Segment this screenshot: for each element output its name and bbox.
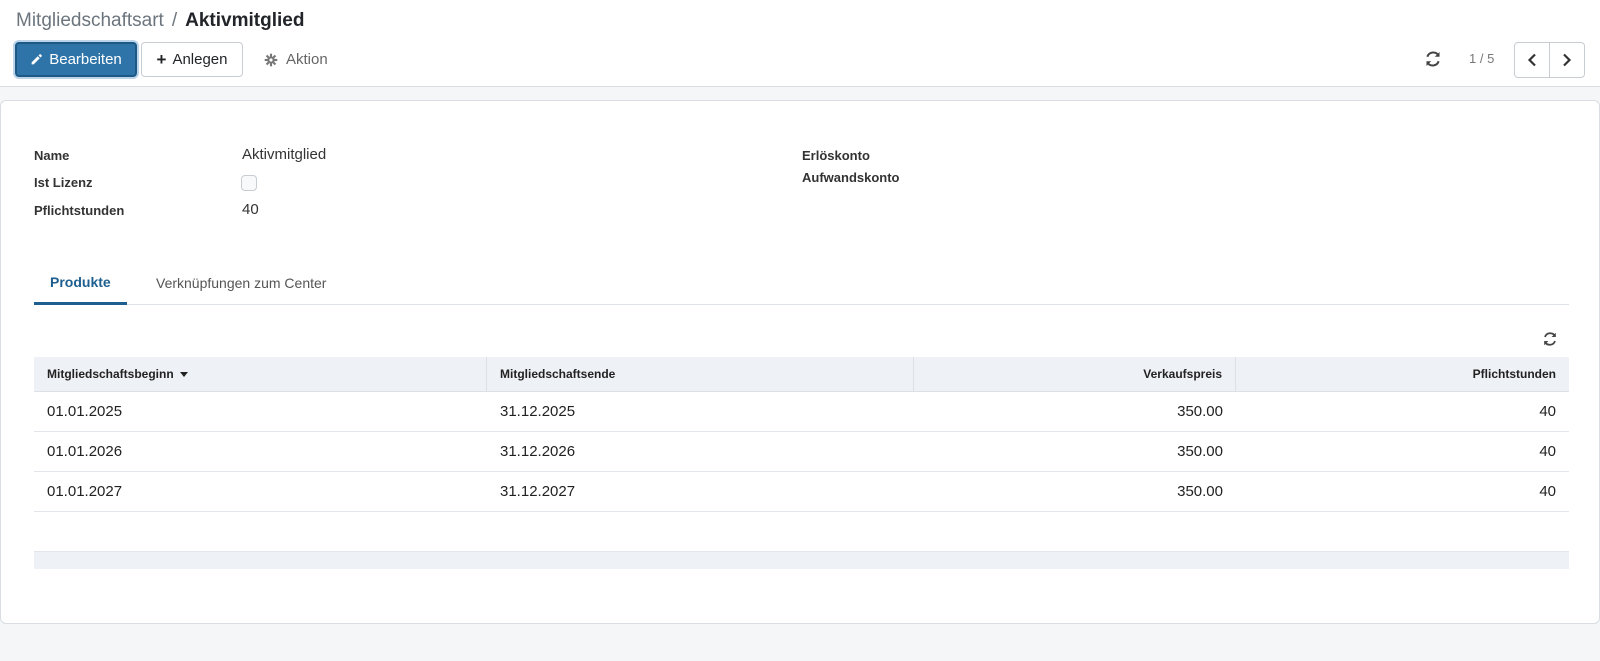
- table-empty-row: [34, 512, 1569, 552]
- name-value: Aktivmitglied: [242, 146, 327, 163]
- pager-next-button[interactable]: [1549, 42, 1585, 78]
- cell-start: 01.01.2025: [47, 403, 123, 420]
- plus-icon: +: [156, 50, 167, 69]
- hours-label: Pflichtstunden: [34, 203, 125, 218]
- cell-hours: 40: [1539, 483, 1556, 500]
- cell-start: 01.01.2027: [47, 483, 123, 500]
- cell-hours: 40: [1539, 403, 1556, 420]
- hours-value: 40: [242, 201, 259, 218]
- list-reload-icon[interactable]: [1542, 331, 1558, 347]
- column-header-price[interactable]: Verkaufspreis: [914, 357, 1236, 391]
- cell-price: 350.00: [1177, 403, 1223, 420]
- pager-previous-button[interactable]: [1514, 42, 1550, 78]
- control-panel: Mitgliedschaftsart / Aktivmitglied Bearbei…: [0, 0, 1600, 87]
- create-button[interactable]: + Anlegen: [141, 42, 243, 77]
- column-header-hours[interactable]: Pflichtstunden: [1236, 357, 1569, 391]
- reload-icon[interactable]: [1424, 50, 1442, 68]
- tab-verknuepfungen-zum-center[interactable]: Verknüpfungen zum Center: [140, 261, 342, 305]
- table-header: Mitgliedschaftsbeginn Mitgliedschaftsend…: [34, 357, 1569, 392]
- name-label: Name: [34, 148, 70, 163]
- license-label: Ist Lizenz: [34, 175, 93, 190]
- breadcrumb-parent-link[interactable]: Mitgliedschaftsart: [16, 10, 164, 31]
- cell-end: 31.12.2025: [500, 403, 576, 420]
- cell-end: 31.12.2027: [500, 483, 576, 500]
- products-table: Mitgliedschaftsbeginn Mitgliedschaftsend…: [34, 357, 1569, 569]
- form-sheet: Name Aktivmitglied Ist Lizenz Pflichtstu…: [0, 100, 1600, 624]
- breadcrumb-current: Aktivmitglied: [185, 10, 305, 31]
- expense-account-label: Aufwandskonto: [802, 170, 900, 185]
- tab-produkte[interactable]: Produkte: [34, 261, 127, 305]
- table-row[interactable]: 01.01.2026 31.12.2026 350.00 40: [34, 432, 1569, 472]
- cell-end: 31.12.2026: [500, 443, 576, 460]
- column-header-end[interactable]: Mitgliedschaftsende: [487, 357, 914, 391]
- create-button-label: Anlegen: [172, 51, 228, 68]
- sort-desc-icon: [179, 372, 188, 377]
- gear-icon: [264, 53, 278, 66]
- cell-price: 350.00: [1177, 483, 1223, 500]
- table-footer: [34, 552, 1569, 569]
- revenue-account-label: Erlöskonto: [802, 148, 870, 163]
- action-menu[interactable]: Aktion: [264, 42, 328, 77]
- pager-value[interactable]: 1 / 5: [1469, 51, 1494, 66]
- table-row[interactable]: 01.01.2025 31.12.2025 350.00 40: [34, 392, 1569, 432]
- breadcrumb-separator: /: [171, 10, 178, 31]
- pencil-icon: [31, 54, 43, 65]
- breadcrumb: Mitgliedschaftsart / Aktivmitglied: [16, 10, 304, 32]
- cell-start: 01.01.2026: [47, 443, 123, 460]
- notebook-tabs: Produkte Verknüpfungen zum Center: [34, 261, 1569, 305]
- column-header-start-label: Mitgliedschaftsbeginn: [47, 367, 174, 381]
- cell-hours: 40: [1539, 443, 1556, 460]
- column-header-end-label: Mitgliedschaftsende: [500, 367, 616, 381]
- chevron-left-icon: [1527, 53, 1536, 67]
- chevron-right-icon: [1563, 53, 1572, 67]
- table-row[interactable]: 01.01.2027 31.12.2027 350.00 40: [34, 472, 1569, 512]
- column-header-hours-label: Pflichtstunden: [1472, 367, 1556, 381]
- edit-button-label: Bearbeiten: [49, 51, 122, 68]
- edit-button[interactable]: Bearbeiten: [15, 42, 137, 77]
- column-header-start[interactable]: Mitgliedschaftsbeginn: [34, 357, 487, 391]
- cell-price: 350.00: [1177, 443, 1223, 460]
- license-checkbox[interactable]: [241, 175, 257, 191]
- column-header-price-label: Verkaufspreis: [1143, 367, 1222, 381]
- action-menu-label: Aktion: [286, 51, 328, 68]
